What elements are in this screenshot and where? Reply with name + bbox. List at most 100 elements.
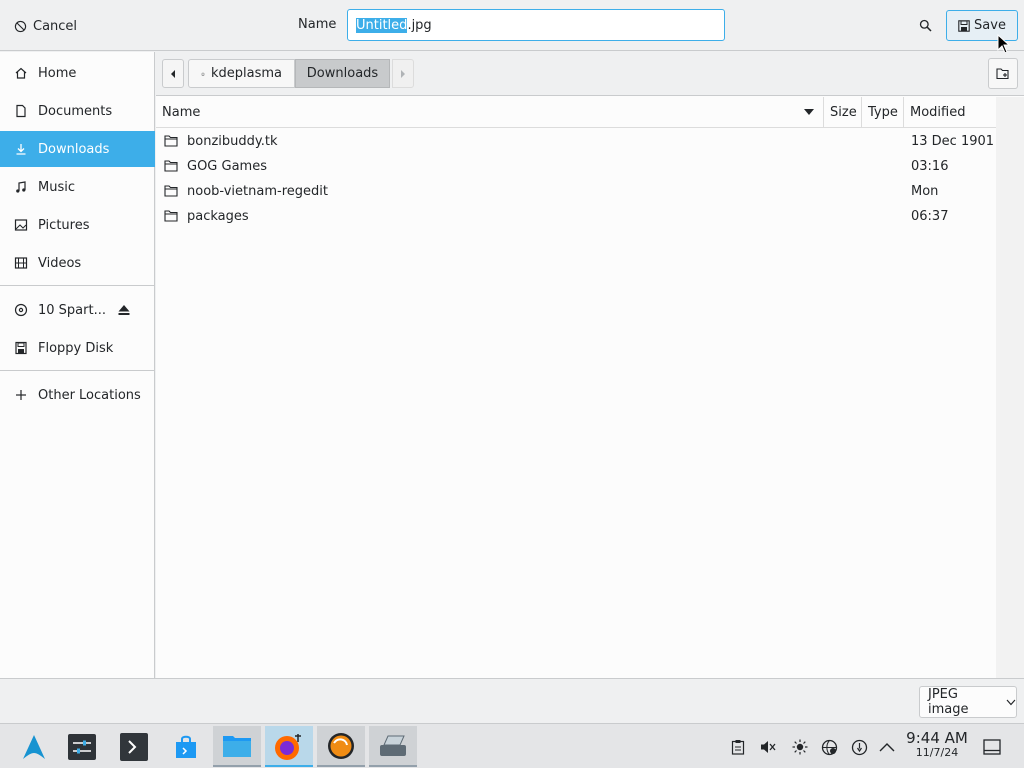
eject-icon[interactable] xyxy=(117,303,131,317)
search-button[interactable] xyxy=(912,12,938,38)
column-modified-label: Modified xyxy=(910,105,966,120)
path-forward-button[interactable] xyxy=(392,59,414,88)
tray-clipboard[interactable] xyxy=(728,737,748,757)
arch-logo-icon xyxy=(23,734,45,759)
sidebar-item-label: Documents xyxy=(38,103,113,119)
sidebar-item-label: Music xyxy=(38,179,75,195)
dialog-header: Cancel Name Untitled .jpg Save xyxy=(0,0,1024,54)
scrollbar-track[interactable] xyxy=(996,97,1024,678)
chevron-left-icon xyxy=(171,69,175,78)
column-type-label: Type xyxy=(868,105,898,120)
digital-clock[interactable]: 9:44 AM 11/7/24 xyxy=(904,730,970,759)
sidebar-item-downloads[interactable]: Downloads xyxy=(0,131,155,167)
floppy-icon xyxy=(15,341,27,355)
sidebar-item-videos[interactable]: Videos xyxy=(0,245,155,281)
tray-volume[interactable] xyxy=(758,737,778,757)
sidebar-divider xyxy=(0,370,155,371)
sidebar-item-floppy[interactable]: Floppy Disk xyxy=(0,330,155,366)
sidebar-item-documents[interactable]: Documents xyxy=(0,93,155,129)
file-row[interactable]: packages 06:37 xyxy=(156,204,996,229)
sidebar-item-label: Home xyxy=(38,65,77,81)
tray-brightness[interactable] xyxy=(790,737,810,757)
file-row[interactable]: bonzibuddy.tk 13 Dec 1901 xyxy=(156,129,996,154)
breadcrumb-home[interactable]: kdeplasma xyxy=(188,59,295,88)
column-modified[interactable]: Modified xyxy=(904,97,996,128)
file-name: packages xyxy=(187,209,249,224)
settings-sliders-icon xyxy=(68,733,96,760)
sidebar-item-pictures[interactable]: Pictures xyxy=(0,207,155,243)
sidebar-divider xyxy=(0,285,155,286)
show-desktop-icon xyxy=(983,739,1001,755)
home-icon xyxy=(201,71,205,76)
filename-input[interactable]: Untitled .jpg xyxy=(347,9,725,41)
breadcrumb-current[interactable]: Downloads xyxy=(295,59,390,88)
sort-descending-icon xyxy=(804,109,814,115)
filename-extension: .jpg xyxy=(407,17,432,33)
sidebar-item-optical-disc[interactable]: 10 Spart... xyxy=(0,292,155,328)
taskbar-discover[interactable] xyxy=(162,726,210,767)
sidebar-item-music[interactable]: Music xyxy=(0,169,155,205)
tray-expand[interactable] xyxy=(877,737,897,757)
file-modified: 06:37 xyxy=(911,209,949,224)
scanner-icon xyxy=(380,735,406,756)
filename-selected-text: Untitled xyxy=(356,17,408,33)
discover-store-icon xyxy=(176,735,196,758)
update-icon xyxy=(851,739,867,755)
video-icon xyxy=(14,257,28,269)
application-launcher[interactable] xyxy=(10,726,58,767)
firefox-icon xyxy=(275,733,301,760)
optical-disc-icon xyxy=(14,303,28,317)
breadcrumb-current-label: Downloads xyxy=(306,66,379,81)
orange-app-icon xyxy=(328,732,354,759)
download-icon xyxy=(16,144,26,155)
network-icon xyxy=(821,739,837,755)
file-name: noob-vietnam-regedit xyxy=(187,184,328,199)
cancel-button[interactable]: Cancel xyxy=(6,12,85,40)
chevron-right-icon xyxy=(401,69,405,78)
folder-icon xyxy=(164,185,178,197)
column-header: Name Size Type Modified xyxy=(156,97,996,128)
sidebar-item-other-locations[interactable]: Other Locations xyxy=(0,377,155,413)
file-modified: 03:16 xyxy=(911,159,949,174)
file-type-dropdown[interactable]: JPEG image xyxy=(919,686,1017,718)
clipboard-icon xyxy=(731,740,745,755)
taskbar-terminal[interactable] xyxy=(110,726,158,767)
folder-icon xyxy=(164,160,178,172)
file-row[interactable]: GOG Games 03:16 xyxy=(156,154,996,179)
terminal-icon xyxy=(120,732,148,761)
search-icon xyxy=(919,19,932,32)
folder-icon xyxy=(164,135,178,147)
file-row[interactable]: noob-vietnam-regedit Mon xyxy=(156,179,996,204)
document-icon xyxy=(16,104,26,118)
column-type[interactable]: Type xyxy=(862,97,904,128)
plus-icon xyxy=(16,390,26,400)
name-label: Name xyxy=(298,17,337,32)
chevron-down-icon xyxy=(1006,699,1016,705)
column-name[interactable]: Name xyxy=(156,97,824,128)
tray-show-desktop[interactable] xyxy=(982,737,1002,757)
file-modified: Mon xyxy=(911,184,939,199)
breadcrumb-home-label: kdeplasma xyxy=(210,66,282,81)
volume-muted-icon xyxy=(761,741,776,753)
taskbar-scanner[interactable] xyxy=(369,726,417,767)
tray-update-notifier[interactable] xyxy=(849,737,869,757)
clock-date: 11/7/24 xyxy=(915,745,959,759)
taskbar-app-orange[interactable] xyxy=(317,726,365,767)
sidebar-item-home[interactable]: Home xyxy=(0,55,155,91)
taskbar-firefox[interactable] xyxy=(265,726,313,767)
new-folder-button[interactable] xyxy=(988,58,1018,89)
sidebar-item-label: 10 Spart... xyxy=(38,302,106,318)
music-icon xyxy=(16,181,26,193)
home-icon xyxy=(15,67,27,79)
path-back-button[interactable] xyxy=(162,59,184,88)
cancel-label: Cancel xyxy=(33,18,78,34)
filter-bar: JPEG image xyxy=(0,678,1024,723)
tray-network[interactable] xyxy=(819,737,839,757)
sidebar-item-label: Floppy Disk xyxy=(38,340,114,356)
taskbar-settings[interactable] xyxy=(58,726,106,767)
sidebar-item-label: Other Locations xyxy=(38,387,141,403)
column-size[interactable]: Size xyxy=(824,97,862,128)
picture-icon xyxy=(14,219,28,231)
taskbar-file-manager[interactable] xyxy=(213,726,261,767)
chevron-up-icon xyxy=(879,743,895,752)
